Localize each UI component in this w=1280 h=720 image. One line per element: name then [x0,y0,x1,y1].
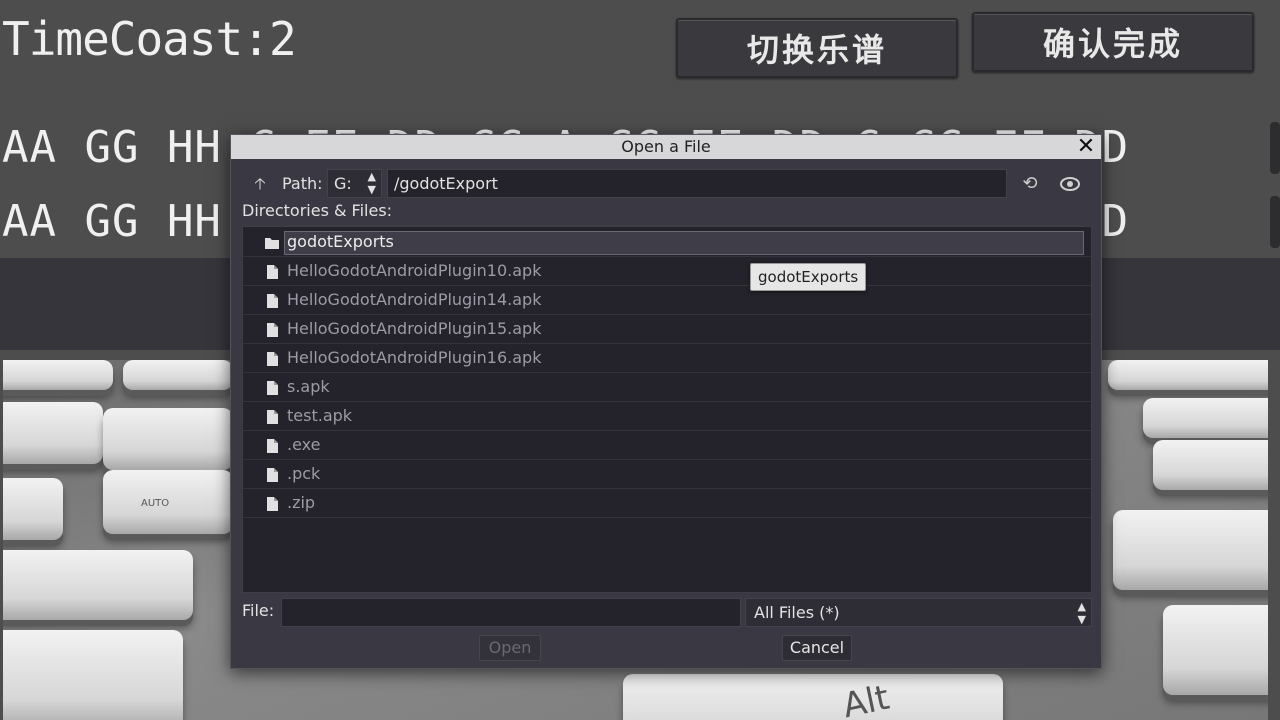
keyboard-key [3,630,183,720]
keyboard-key [1163,605,1268,695]
keyboard-key [1108,360,1268,390]
file-filter-value: All Files (*) [754,603,840,622]
file-row[interactable]: test.apk [243,402,1091,431]
open-file-dialog: Open a File ✕ 🡡 Path: G: ▲ ▼ /godotExport… [230,134,1102,669]
keyboard-key [3,402,103,464]
updown-arrows-icon: ▲ ▼ [1077,600,1086,626]
file-row[interactable]: HelloGodotAndroidPlugin14.apk [243,286,1091,315]
notes-scrollbar-2[interactable] [1270,196,1280,248]
keyboard-key: AUTO [103,470,233,534]
folder-row[interactable]: godotExports [243,228,1091,257]
file-row[interactable]: HelloGodotAndroidPlugin15.apk [243,315,1091,344]
folder-icon [264,235,280,251]
updown-arrows-icon: ▲ ▼ [367,170,376,196]
drive-select[interactable]: G: ▲ ▼ [327,169,382,198]
file-row[interactable]: HelloGodotAndroidPlugin10.apk [243,257,1091,286]
tooltip: godotExports [750,263,867,291]
file-name: .pck [287,464,321,483]
keyboard-key [1153,440,1268,490]
keyboard-key [3,550,193,620]
directories-files-label: Directories & Files: [242,201,393,220]
file-filter-select[interactable]: All Files (*) ▲ ▼ [745,598,1092,627]
file-row[interactable]: HelloGodotAndroidPlugin16.apk [243,344,1091,373]
keyboard-key [123,360,233,390]
file-name: s.apk [287,377,330,396]
file-name: HelloGodotAndroidPlugin15.apk [287,319,542,338]
key-auto-legend: AUTO [141,498,170,509]
file-row[interactable]: .exe [243,431,1091,460]
dialog-title: Open a File [621,137,711,156]
file-name: test.apk [287,406,353,425]
keyboard-key [103,408,233,470]
file-icon [264,496,280,512]
file-icon [264,264,280,280]
time-coast-label: TimeCoast:2 [2,12,297,66]
switch-score-button[interactable]: 切换乐谱 [676,18,958,78]
keyboard-key [3,360,113,390]
path-row: 🡡 Path: G: ▲ ▼ /godotExport ⟲ [231,169,1101,199]
refresh-icon[interactable]: ⟲ [1019,173,1041,195]
confirm-complete-button[interactable]: 确认完成 [972,12,1254,72]
path-input[interactable]: /godotExport [387,169,1007,198]
file-name-input[interactable] [281,598,741,627]
file-name: HelloGodotAndroidPlugin16.apk [287,348,542,367]
keyboard-key-alt: Alt [623,674,1003,720]
file-row[interactable]: s.apk [243,373,1091,402]
keyboard-key [3,478,63,540]
file-icon [264,293,280,309]
file-icon [264,467,280,483]
arrow-up-icon[interactable]: 🡡 [251,175,269,193]
cancel-button[interactable]: Cancel [782,635,852,661]
drive-value: G: [334,174,352,193]
file-name: .exe [287,435,321,454]
keyboard-key [1113,510,1268,590]
file-icon [264,351,280,367]
notes-scrollbar-1[interactable] [1270,122,1280,174]
close-icon[interactable]: ✕ [1075,136,1097,158]
key-alt-legend: Alt [839,677,893,720]
file-label: File: [242,601,275,620]
file-name: HelloGodotAndroidPlugin10.apk [287,261,542,280]
file-list[interactable]: godotExports HelloGodotAndroidPlugin10.ap… [242,226,1092,593]
file-name: .zip [287,493,316,512]
path-label: Path: [282,174,323,193]
show-hidden-eye-icon[interactable] [1058,173,1082,195]
file-name: HelloGodotAndroidPlugin14.apk [287,290,542,309]
selection-highlight [284,231,1084,255]
dialog-titlebar: Open a File ✕ [231,135,1101,159]
file-icon [264,409,280,425]
file-icon [264,322,280,338]
file-name: godotExports [287,232,394,251]
file-icon [264,380,280,396]
keyboard-key [1143,398,1268,438]
file-icon [264,438,280,454]
open-button[interactable]: Open [479,635,541,661]
file-row[interactable]: .zip [243,489,1091,518]
file-row[interactable]: .pck [243,460,1091,489]
